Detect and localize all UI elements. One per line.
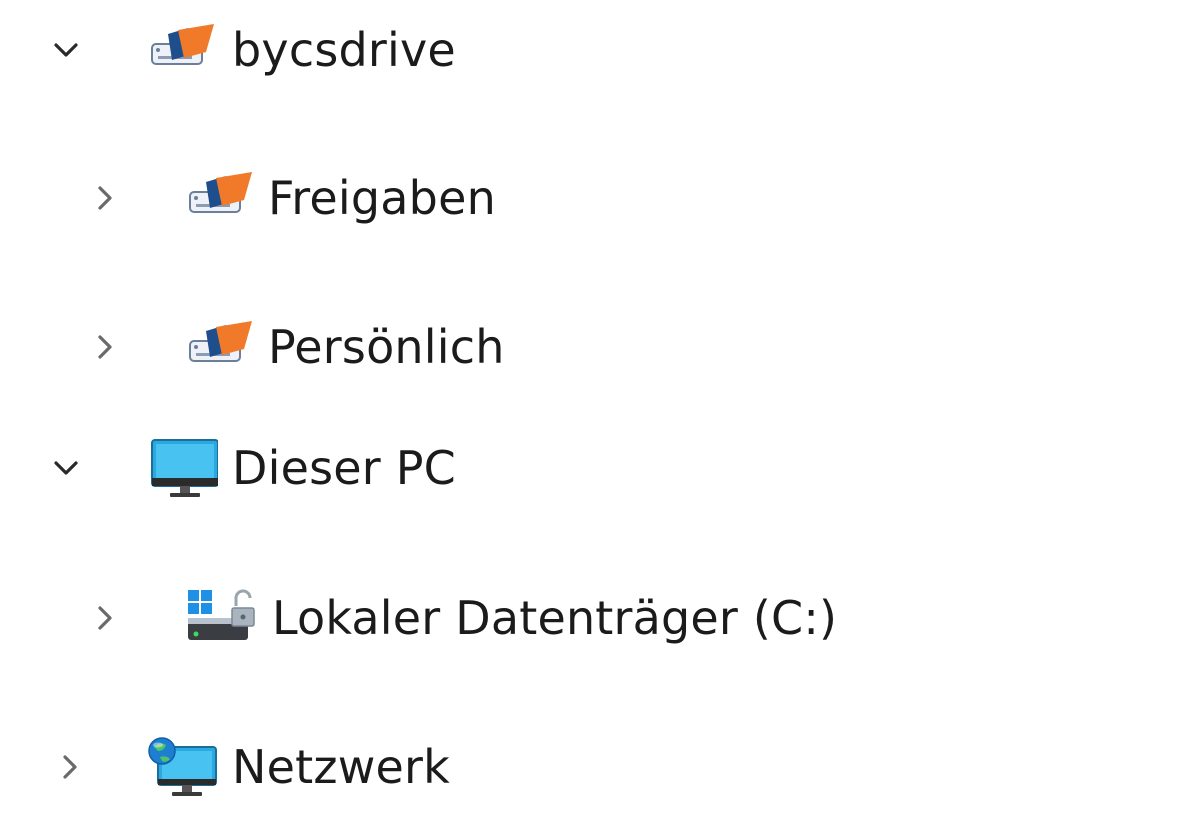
chevron-down-icon[interactable]	[46, 30, 86, 70]
network-drive-icon	[186, 168, 256, 230]
navigation-tree: bycsdrive Freigaben Persönlich Dieser PC…	[0, 0, 1200, 824]
tree-item-label: bycsdrive	[232, 23, 456, 77]
tree-item-persoenlich[interactable]: Persönlich	[0, 307, 1100, 387]
chevron-right-icon[interactable]	[85, 327, 125, 367]
network-drive-icon	[148, 20, 218, 82]
tree-item-freigaben[interactable]: Freigaben	[0, 158, 1100, 238]
tree-item-label: Netzwerk	[232, 740, 450, 794]
tree-item-label: Dieser PC	[232, 441, 456, 495]
chevron-right-icon[interactable]	[85, 598, 125, 638]
tree-item-bycsdrive[interactable]: bycsdrive	[0, 10, 1100, 90]
system-drive-icon	[186, 588, 256, 650]
tree-item-netzwerk[interactable]: Netzwerk	[0, 727, 1100, 807]
tree-item-label: Persönlich	[268, 320, 505, 374]
chevron-down-icon[interactable]	[46, 448, 86, 488]
tree-item-local-disk-c[interactable]: Lokaler Datenträger (C:)	[0, 578, 1100, 658]
network-drive-icon	[186, 317, 256, 379]
chevron-right-icon[interactable]	[85, 178, 125, 218]
monitor-icon	[148, 438, 218, 500]
chevron-right-icon[interactable]	[50, 747, 90, 787]
tree-item-label: Lokaler Datenträger (C:)	[272, 591, 838, 645]
tree-item-label: Freigaben	[268, 171, 496, 225]
tree-item-dieser-pc[interactable]: Dieser PC	[0, 428, 1100, 508]
network-globe-icon	[148, 737, 218, 799]
